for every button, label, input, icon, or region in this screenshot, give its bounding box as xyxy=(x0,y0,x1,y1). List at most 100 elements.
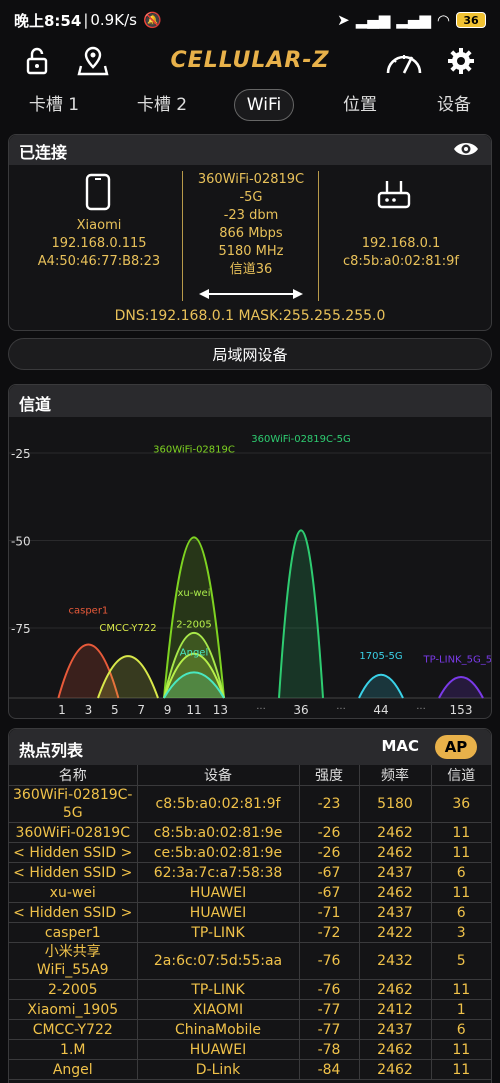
table-row[interactable]: casper1 TP-LINK -72 2422 3 xyxy=(9,922,491,943)
cell-strength: -76 xyxy=(299,942,360,980)
link-signal: -23 dbm xyxy=(223,208,279,223)
channel-chart: -25 -50 -75 360WiFi-02819C 360WiFi-02819C-5G… xyxy=(9,434,491,717)
cell-device: TP-LINK xyxy=(137,922,300,943)
eye-icon[interactable] xyxy=(453,139,479,163)
col-name[interactable]: 名称 xyxy=(9,765,138,786)
hotspot-panel: 热点列表 MAC AP 名称 设备 强度 频率 信道 360WiFi-02819… xyxy=(8,728,492,1083)
table-row[interactable]: < Hidden SSID > ce:5b:a0:02:81:9e -26 2462 1… xyxy=(9,842,491,863)
series-label: 2-2005 xyxy=(176,620,211,631)
series-label: 1705-5G xyxy=(359,651,402,662)
link-channel: 信道36 xyxy=(229,262,273,277)
signal2-icon: ▂▄▆ xyxy=(396,11,431,29)
cell-channel: 11 xyxy=(431,1039,491,1060)
link-ssid: 360WiFi-02819C xyxy=(197,172,305,187)
channel-curve xyxy=(438,676,484,699)
map-pin-icon[interactable] xyxy=(76,44,110,78)
cell-freq: 2437 xyxy=(359,1019,432,1040)
cell-freq: 2422 xyxy=(359,922,432,943)
series-label: TP-LINK_5G_58 xyxy=(423,655,491,666)
x-tick-label: 11 xyxy=(186,703,201,717)
cell-name: 360WiFi-02819C xyxy=(9,822,138,843)
table-row[interactable]: Xiaomi_1905 XIAOMI -77 2412 1 xyxy=(9,999,491,1020)
cell-device: D-Link xyxy=(137,1059,300,1080)
lock-icon[interactable] xyxy=(20,44,54,78)
table-row[interactable]: xu-wei HUAWEI -67 2462 11 xyxy=(9,882,491,903)
x-tick-label: 3 xyxy=(85,703,93,717)
mac-toggle[interactable]: MAC xyxy=(381,737,419,755)
device-mac: A4:50:46:77:B8:23 xyxy=(37,254,161,269)
ap-toggle[interactable]: AP xyxy=(435,735,477,759)
table-row[interactable]: 2-2005 TP-LINK -76 2462 11 xyxy=(9,979,491,1000)
cell-channel: 11 xyxy=(431,1059,491,1080)
cell-name: < Hidden SSID > xyxy=(9,862,138,883)
cell-freq: 2462 xyxy=(359,1039,432,1060)
table-row[interactable]: 小米共享WiFi_55A9 2a:6c:07:5d:55:aa -76 2432 5 xyxy=(9,942,491,980)
channel-curve xyxy=(97,655,159,699)
cell-device: HUAWEI xyxy=(137,1039,300,1060)
cell-channel: 5 xyxy=(431,942,491,980)
table-row[interactable]: Angel D-Link -84 2462 11 xyxy=(9,1059,491,1080)
link-speed: 866 Mbps xyxy=(219,226,283,241)
local-device-info: Xiaomi 192.168.0.115 A4:50:46:77:B8:23 xyxy=(29,217,169,271)
tab-location[interactable]: 位置 xyxy=(330,86,390,124)
axis-gap-ellipsis: ··· xyxy=(336,704,346,715)
cell-channel: 1 xyxy=(431,999,491,1020)
col-strength[interactable]: 强度 xyxy=(299,765,360,786)
table-row[interactable]: < Hidden SSID > HUAWEI -71 2437 6 xyxy=(9,902,491,923)
x-tick-label: 1 xyxy=(58,703,66,717)
cell-name: 2-2005 xyxy=(9,979,138,1000)
wifi-icon: ◠ xyxy=(436,11,450,29)
cell-device: HUAWEI xyxy=(137,902,300,923)
table-row[interactable]: 360WiFi-02819C c8:5b:a0:02:81:9e -26 2462 11 xyxy=(9,822,491,843)
cell-device: ce:5b:a0:02:81:9e xyxy=(137,842,300,863)
tab-device[interactable]: 设备 xyxy=(424,86,484,124)
cell-freq: 2462 xyxy=(359,882,432,903)
device-ip: 192.168.0.115 xyxy=(51,236,147,251)
cell-name: < Hidden SSID > xyxy=(9,842,138,863)
x-tick-label: 5 xyxy=(111,703,119,717)
status-speed: 0.9K/s xyxy=(90,11,137,29)
connected-title: 已连接 xyxy=(19,143,68,162)
settings-gear-icon[interactable] xyxy=(444,44,478,78)
cell-name: casper1 xyxy=(9,922,138,943)
cell-strength: -76 xyxy=(299,979,360,1000)
table-row[interactable]: CMCC-Y722 ChinaMobile -77 2437 6 xyxy=(9,1019,491,1040)
table-row[interactable]: 360WiFi-02819C-5G c8:5b:a0:02:81:9f -23 518… xyxy=(9,785,491,823)
table-row[interactable]: 1.M HUAWEI -78 2462 11 xyxy=(9,1039,491,1060)
speedometer-icon[interactable] xyxy=(384,44,424,78)
cell-device: TP-LINK xyxy=(137,979,300,1000)
lan-devices-button[interactable]: 局域网设备 xyxy=(8,338,492,370)
tab-wifi[interactable]: WiFi xyxy=(234,89,294,121)
link-ssid-suffix: -5G xyxy=(239,190,263,205)
col-channel[interactable]: 信道 xyxy=(431,765,491,786)
x-tick-label: 7 xyxy=(137,703,145,717)
cell-freq: 2462 xyxy=(359,979,432,1000)
series-label: CMCC-Y722 xyxy=(99,623,156,634)
tab-slot2[interactable]: 卡槽 2 xyxy=(128,86,196,124)
x-tick-label: 36 xyxy=(293,703,308,717)
tab-slot1[interactable]: 卡槽 1 xyxy=(20,86,88,124)
col-freq[interactable]: 频率 xyxy=(359,765,432,786)
battery-icon: 36 xyxy=(456,12,486,28)
cell-freq: 2462 xyxy=(359,842,432,863)
axis-gap-ellipsis: ··· xyxy=(416,704,426,715)
cell-channel: 6 xyxy=(431,1019,491,1040)
app-logo: CELLULAR-Z xyxy=(170,48,330,73)
cell-device: 2a:6c:07:5d:55:aa xyxy=(137,942,300,980)
router-mac: c8:5b:a0:02:81:9f xyxy=(342,254,459,269)
series-label: xu-wei xyxy=(178,588,211,599)
status-time: 晚上8:54 xyxy=(14,11,82,30)
series-label: 360WiFi-02819C-5G xyxy=(251,434,350,445)
x-tick-label: 153 xyxy=(450,703,473,717)
mute-icon: 🔕 xyxy=(142,11,162,29)
series-label: Angel xyxy=(180,648,208,659)
channel-curve xyxy=(278,529,324,699)
cell-name: Xiaomi_1905 xyxy=(9,999,138,1020)
cell-strength: -77 xyxy=(299,1019,360,1040)
cell-freq: 2437 xyxy=(359,902,432,923)
col-device[interactable]: 设备 xyxy=(137,765,300,786)
cell-strength: -84 xyxy=(299,1059,360,1080)
table-row[interactable]: < Hidden SSID >62:3a:7c:a7:58:38 -67 2437 6 xyxy=(9,862,491,883)
cell-name: xu-wei xyxy=(9,882,138,903)
connected-panel: 已连接 Xiaomi 192.168.0.115 A4:50:46:77:B8:… xyxy=(8,134,492,331)
